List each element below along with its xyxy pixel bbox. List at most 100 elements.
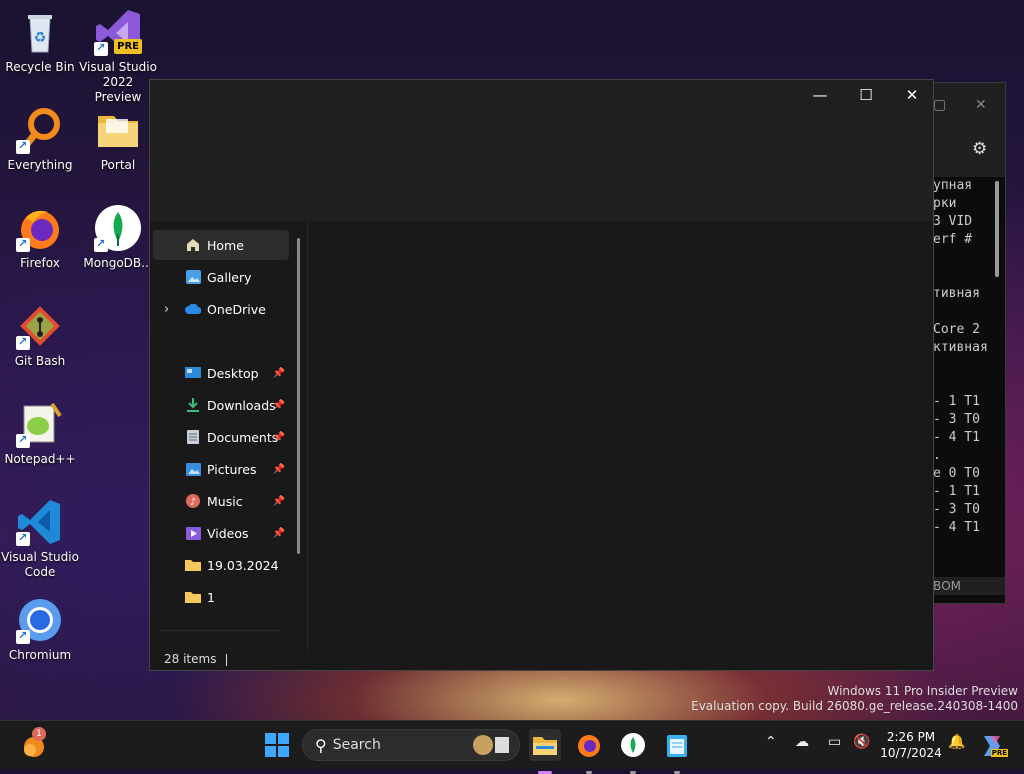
settings-gear-icon[interactable]: ⚙ [972, 139, 987, 159]
nav-item-onedrive[interactable]: › OneDrive [153, 294, 289, 324]
nav-divider [160, 630, 280, 631]
documents-icon [185, 430, 201, 444]
taskbar: 1 ⚲ Search ⌃ ☁ ▭ 🔇 2:26 PM 10/7/2024 🔔 P… [0, 720, 1024, 774]
taskbar-notepad[interactable] [661, 729, 693, 774]
desktop-icon-portal[interactable]: Portal [78, 106, 158, 173]
desktop-folder-icon [185, 366, 201, 380]
terminal-close-icon[interactable]: ✕ [975, 97, 987, 113]
desktop-icon-chromium[interactable]: Chromium [0, 596, 80, 663]
watermark-edition: Windows 11 Pro Insider Preview [827, 684, 1018, 698]
visual-studio-icon: PRE [94, 8, 142, 56]
nav-item-downloads[interactable]: Downloads 📌 [153, 390, 289, 420]
shortcut-arrow-icon [94, 236, 108, 252]
pin-icon[interactable]: 📌 [273, 400, 285, 411]
taskbar-file-explorer[interactable] [529, 729, 561, 774]
network-icon[interactable]: ▭ [828, 734, 841, 750]
clock-time: 2:26 PM [886, 730, 936, 744]
pin-icon[interactable]: 📌 [273, 528, 285, 539]
show-hidden-icons-chevron-icon[interactable]: ⌃ [765, 734, 777, 750]
desktop-icon-everything[interactable]: Everything [0, 106, 80, 173]
minimize-button[interactable]: — [797, 80, 843, 110]
nav-item-folder-19-03-2024[interactable]: 19.03.2024 [153, 550, 289, 580]
taskbar-mongodb-compass[interactable] [617, 729, 649, 774]
navigation-pane: Home Gallery › OneDrive Desktop 📌 Downlo… [150, 222, 308, 652]
pictures-icon [185, 462, 201, 476]
nav-item-folder-1[interactable]: 1 [153, 582, 289, 612]
copilot-button[interactable]: PRE [976, 729, 1008, 761]
firefox-icon [578, 735, 600, 757]
pin-icon[interactable]: 📌 [273, 368, 285, 379]
desktop-icon-mongodb[interactable]: MongoDB... [78, 204, 158, 271]
taskbar-firefox[interactable] [573, 729, 605, 774]
desktop-icon-visual-studio-2022[interactable]: PRE Visual Studio 2022 Preview [78, 8, 158, 105]
nav-item-pictures[interactable]: Pictures 📌 [153, 454, 289, 484]
gallery-icon [185, 270, 201, 284]
minimize-icon: — [812, 86, 828, 104]
music-icon: ♪ [185, 494, 201, 508]
terminal-scrollbar[interactable] [995, 181, 999, 277]
recycle-bin-icon: ♻ [16, 8, 64, 56]
downloads-icon [185, 398, 201, 412]
status-separator [226, 653, 228, 666]
status-bar: 28 items [164, 652, 228, 666]
mongodb-icon [94, 204, 142, 252]
pane-splitter[interactable] [307, 222, 308, 650]
preview-badge: PRE [114, 39, 142, 54]
search-icon: ⚲ [315, 735, 327, 755]
explorer-titlebar[interactable]: — ☐ ✕ [150, 80, 933, 221]
taskbar-search-box[interactable]: ⚲ Search [302, 729, 520, 761]
desktop-icon-notepad-plus-plus[interactable]: Notepad++ [0, 400, 80, 467]
nav-item-home[interactable]: Home [153, 230, 289, 260]
maximize-button[interactable]: ☐ [843, 80, 889, 110]
shortcut-arrow-icon [16, 334, 30, 350]
chromium-icon [16, 596, 64, 644]
nav-label: Desktop [207, 365, 259, 381]
desktop-icon-vscode[interactable]: Visual Studio Code [0, 498, 80, 580]
pin-icon[interactable]: 📌 [273, 464, 285, 475]
shortcut-arrow-icon [16, 138, 30, 154]
onedrive-icon [185, 302, 201, 316]
everything-search-icon [16, 106, 64, 154]
widgets-button[interactable]: 1 [18, 727, 50, 761]
nav-label: Downloads [207, 397, 276, 413]
shortcut-arrow-icon [16, 236, 30, 252]
taskbar-clock[interactable]: 2:26 PM 10/7/2024 [878, 729, 944, 761]
nav-item-videos[interactable]: Videos 📌 [153, 518, 289, 548]
notepad-icon [667, 735, 687, 757]
content-pane[interactable] [309, 222, 933, 646]
nav-label: OneDrive [207, 301, 266, 317]
close-button[interactable]: ✕ [889, 80, 935, 110]
desktop-icon-recycle-bin[interactable]: ♻ Recycle Bin [0, 8, 80, 75]
nav-label: Documents [207, 429, 279, 445]
pin-icon[interactable]: 📌 [273, 432, 285, 443]
vscode-icon [16, 498, 64, 546]
start-button[interactable] [261, 729, 293, 761]
shortcut-arrow-icon [94, 40, 108, 56]
desktop-icon-firefox[interactable]: Firefox [0, 204, 80, 271]
clock-date: 10/7/2024 [880, 746, 942, 760]
nav-item-desktop[interactable]: Desktop 📌 [153, 358, 289, 388]
file-explorer-window[interactable]: — ☐ ✕ Home Gallery › OneDrive Desktop 📌 … [149, 79, 934, 671]
shortcut-arrow-icon [16, 432, 30, 448]
nav-item-music[interactable]: ♪ Music 📌 [153, 486, 289, 516]
desktop-icon-git-bash[interactable]: Git Bash [0, 302, 80, 369]
onedrive-tray-icon[interactable]: ☁ [795, 734, 809, 750]
search-label: Search [332, 737, 381, 753]
notepad-plus-plus-icon [16, 400, 64, 448]
file-explorer-icon [533, 737, 557, 755]
search-highlight-icon [471, 734, 511, 760]
svg-text:♪: ♪ [190, 497, 196, 508]
windows-logo-icon [265, 733, 289, 757]
nav-item-documents[interactable]: Documents 📌 [153, 422, 289, 452]
nav-label: 19.03.2024 [207, 557, 279, 573]
chevron-right-icon[interactable]: › [164, 302, 169, 317]
nav-label: 1 [207, 589, 215, 605]
copilot-preview-badge: PRE [990, 749, 1008, 757]
nav-label: Pictures [207, 461, 257, 477]
pin-icon[interactable]: 📌 [273, 496, 285, 507]
nav-scrollbar[interactable] [297, 238, 300, 554]
notifications-bell-icon[interactable]: 🔔 [948, 734, 965, 750]
volume-muted-icon[interactable]: 🔇 [853, 734, 870, 750]
nav-item-gallery[interactable]: Gallery [153, 262, 289, 292]
firefox-icon [16, 204, 64, 252]
